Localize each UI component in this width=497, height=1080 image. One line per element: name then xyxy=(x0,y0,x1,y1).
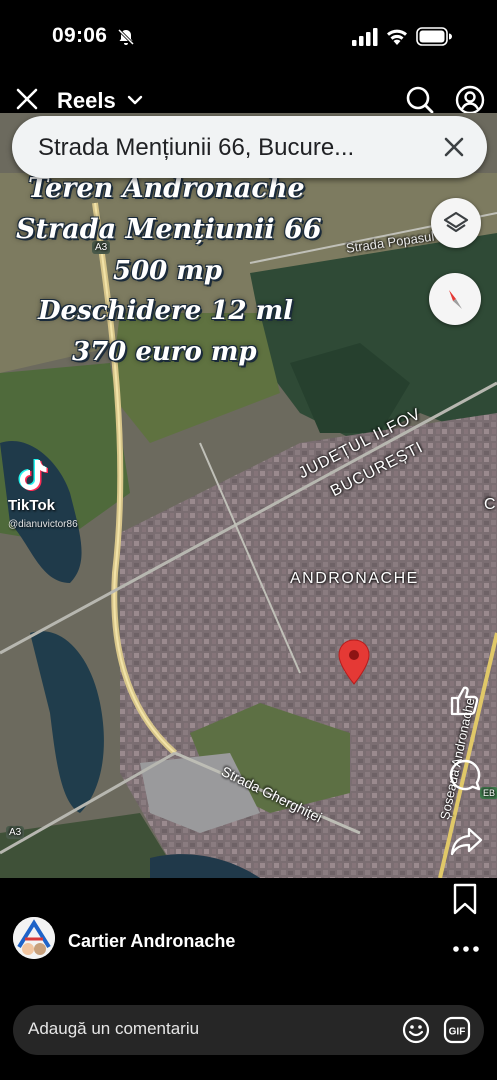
map-label-a3-bottom: A3 xyxy=(6,826,25,839)
map-search-bar: Strada Mențiunii 66, Bucure... xyxy=(12,116,487,178)
overlay-line-price: 370 euro mp xyxy=(72,337,257,367)
profile-icon[interactable] xyxy=(455,85,485,115)
overlay-line-frontage: Deschidere 12 ml xyxy=(38,296,293,326)
svg-text:GIF: GIF xyxy=(449,1027,466,1038)
comment-icon[interactable] xyxy=(448,758,482,792)
cellular-signal-icon xyxy=(352,28,378,46)
map-label-andronache: ANDRONACHE xyxy=(290,570,419,587)
bell-slash-icon xyxy=(117,28,135,46)
reels-title[interactable]: Reels xyxy=(57,88,116,114)
emoji-icon[interactable] xyxy=(402,1016,430,1044)
share-icon[interactable] xyxy=(449,824,483,858)
bookmark-icon[interactable] xyxy=(452,883,478,915)
overlay-line-address: Strada Mențiunii 66 xyxy=(16,214,322,245)
map-layers-button xyxy=(431,198,481,248)
map-search-text: Strada Mențiunii 66, Bucure... xyxy=(38,134,355,161)
map-label-c: C xyxy=(484,496,496,513)
compass-icon xyxy=(449,290,462,309)
chevron-down-icon[interactable] xyxy=(126,92,144,108)
status-bar: 09:06 xyxy=(0,0,497,75)
tiktok-watermark-handle: @dianuvictor86 xyxy=(8,519,78,530)
map-label-eb: EB xyxy=(480,787,497,799)
author-avatar[interactable] xyxy=(13,917,55,959)
reel-video[interactable]: Strada Popasul JUDEȚUL ILFOV BUCUREȘTI A… xyxy=(0,113,497,878)
comment-bar[interactable]: Adaugă un comentariu GIF xyxy=(13,1005,484,1055)
close-icon[interactable] xyxy=(14,86,40,112)
map-compass-button xyxy=(429,273,481,325)
status-time: 09:06 xyxy=(52,24,108,47)
battery-icon xyxy=(416,27,452,46)
comment-input[interactable]: Adaugă un comentariu xyxy=(28,1019,199,1039)
like-thumbs-up-icon[interactable] xyxy=(447,682,483,718)
search-icon[interactable] xyxy=(405,85,435,115)
author-name[interactable]: Cartier Andronache xyxy=(68,931,235,952)
tiktok-watermark-name: TikTok xyxy=(8,497,55,514)
overlay-line-area: 500 mp xyxy=(113,256,223,286)
map-pin-icon xyxy=(338,639,370,685)
close-icon xyxy=(444,137,464,157)
wifi-icon xyxy=(387,29,407,45)
layers-icon xyxy=(443,211,469,233)
avatar-logo-icon xyxy=(13,917,55,959)
more-options-icon[interactable] xyxy=(452,944,480,954)
gif-icon[interactable]: GIF xyxy=(443,1016,471,1044)
tiktok-logo-icon xyxy=(18,459,48,491)
